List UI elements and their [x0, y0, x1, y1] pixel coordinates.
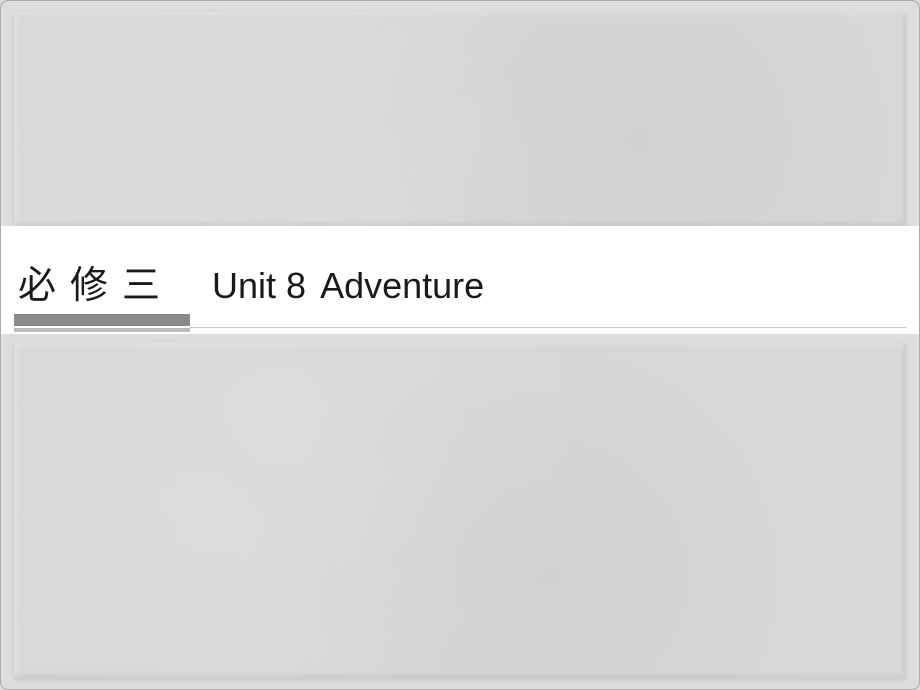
- unit-topic-label: Adventure: [320, 265, 484, 307]
- bottom-textured-panel: [14, 342, 906, 678]
- underline-accent-light: [14, 328, 190, 332]
- top-textured-panel: [14, 12, 906, 226]
- title-content: 必修三 Unit 8 Adventure: [18, 254, 484, 309]
- underline-thin-rule: [190, 327, 906, 328]
- unit-number-label: Unit 8: [212, 265, 306, 307]
- book-level-label: 必修三: [18, 254, 174, 309]
- underline-accent-dark: [14, 314, 190, 326]
